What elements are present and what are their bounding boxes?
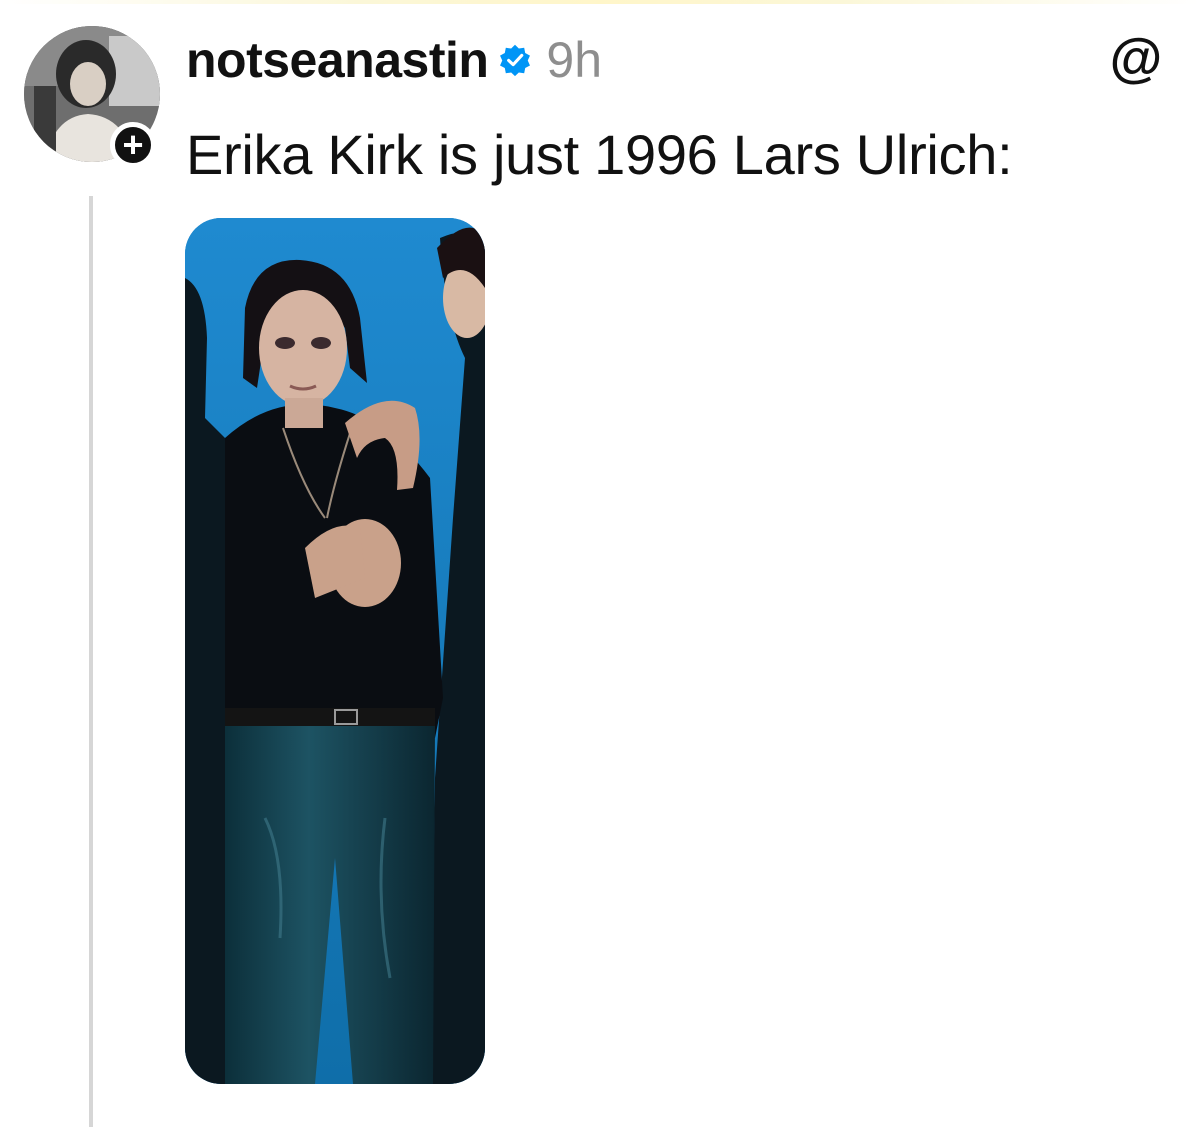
post-photo (185, 218, 485, 1084)
follow-plus-icon[interactable]: + (110, 122, 156, 168)
verified-badge-icon (500, 44, 531, 77)
username[interactable]: notseanastin (186, 31, 489, 89)
threads-logo-icon[interactable]: @ (1106, 28, 1166, 88)
post-header: notseanastin 9h (186, 28, 602, 92)
thread-connector-line (89, 196, 93, 1127)
timestamp: 9h (546, 32, 603, 88)
top-strip (0, 0, 1200, 4)
post-text: Erika Kirk is just 1996 Lars Ulrich: (186, 123, 1013, 186)
post-image[interactable] (185, 218, 485, 1084)
